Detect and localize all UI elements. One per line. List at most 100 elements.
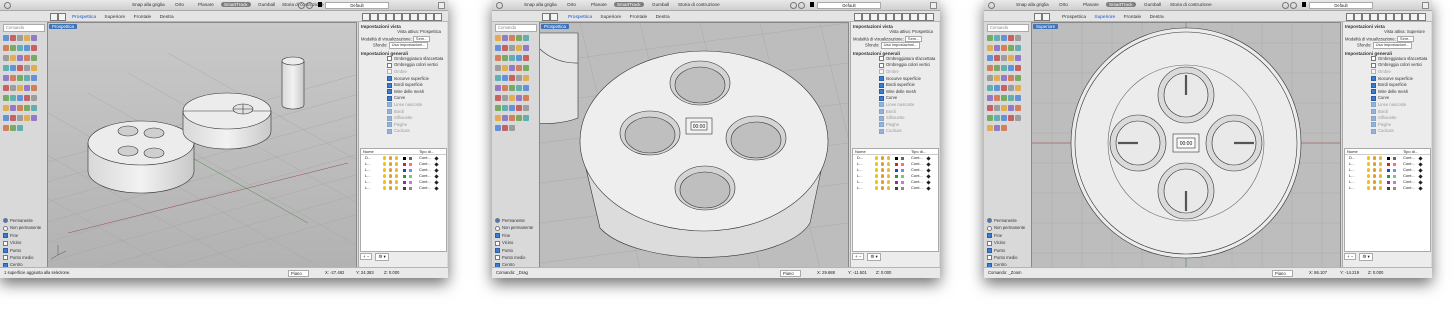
tool-icon[interactable] [1015,95,1021,101]
checkbox[interactable] [987,247,992,253]
tool-icon[interactable] [516,35,522,41]
lightbulb-icon[interactable] [383,174,386,178]
tool-icon[interactable] [1015,105,1021,111]
tool-icon[interactable] [987,115,993,121]
checkbox[interactable] [879,128,884,134]
mode-grid-snap[interactable]: Snap alla griglia [1016,2,1049,7]
mode-history[interactable]: Storia di costruzione [1170,2,1212,7]
viewport-title[interactable]: Prospettica [49,24,77,29]
panel-icon-3[interactable] [378,13,386,21]
tool-icon[interactable] [10,95,16,101]
print-icon[interactable] [1379,174,1382,178]
layer-row[interactable]: L... Cont... [853,185,938,191]
checkbox[interactable] [387,75,392,81]
lock-icon[interactable] [881,168,884,172]
checkbox[interactable] [879,108,884,114]
panel-icon-9[interactable] [426,13,434,21]
mode-grid-snap[interactable]: Snap alla griglia [132,2,165,7]
panel-icon-7[interactable] [410,13,418,21]
tool-icon[interactable] [987,75,993,81]
tool-icon[interactable] [509,85,515,91]
tool-icon[interactable] [509,105,515,111]
tool-icon[interactable] [502,35,508,41]
checkbox[interactable] [1371,128,1376,134]
tab-right[interactable]: Destra [160,15,174,20]
tool-icon[interactable] [1015,85,1021,91]
checkbox[interactable] [1371,95,1376,101]
layer-print-color[interactable] [434,173,439,179]
cplane-select[interactable]: Piano [288,269,309,277]
tool-icon[interactable] [495,105,501,111]
display-option[interactable]: Linee nascoste [851,102,939,109]
tool-icon[interactable] [24,105,30,111]
lock-icon[interactable] [1373,156,1376,160]
layer-color-swatch[interactable] [1387,174,1390,178]
tool-icon[interactable] [516,75,522,81]
print-icon[interactable] [395,168,398,172]
tool-icon[interactable] [994,85,1000,91]
tab-top[interactable]: Superiore [600,15,621,20]
mode-history[interactable]: Storia di costruzione [678,2,720,7]
display-option[interactable]: Cucitura [851,128,939,135]
tool-icon[interactable] [994,105,1000,111]
panel-icon-3[interactable] [1362,13,1370,21]
tool-icon[interactable] [994,95,1000,101]
lock-icon[interactable] [389,180,392,184]
layer-color-swatch[interactable] [895,156,898,160]
osnap-item[interactable]: Vicino [495,239,537,246]
checkbox[interactable] [987,233,992,239]
tool-icon[interactable] [1015,115,1021,121]
lock-icon[interactable] [881,174,884,178]
tool-icon[interactable] [3,95,9,101]
tool-icon[interactable] [495,55,501,61]
window-zoom-button[interactable] [438,2,445,9]
checkbox[interactable] [879,122,884,128]
layer-print-color[interactable] [434,161,439,167]
window-zoom-button[interactable] [1422,2,1429,9]
mode-planar[interactable]: Planare [198,2,214,7]
display-option[interactable]: Bordi superficie [1343,82,1431,89]
layer-print-color[interactable] [926,161,931,167]
viewport[interactable]: Prospettica [539,22,849,269]
tool-icon[interactable] [495,115,501,121]
osnap-item[interactable]: Punto [3,247,45,254]
tool-icon[interactable] [523,55,529,61]
mode-ortho[interactable]: Orto [175,2,184,7]
print-icon[interactable] [1379,168,1382,172]
settings-icon[interactable] [1290,2,1297,9]
layer-row[interactable]: L... Cont... [361,185,446,191]
lightbulb-icon[interactable] [383,162,386,166]
layer-print-color[interactable] [926,155,931,161]
checkbox[interactable] [387,89,392,95]
display-option[interactable]: Pieghe [1343,122,1431,129]
tool-icon[interactable] [3,85,9,91]
layer-material-swatch[interactable] [1393,156,1396,160]
tool-icon[interactable] [509,95,515,101]
display-option[interactable]: Silhouette [1343,115,1431,122]
tool-icon[interactable] [17,125,23,131]
viewport[interactable]: Superiore 00:00 [1031,22,1341,269]
tool-icon[interactable] [10,45,16,51]
tool-icon[interactable] [994,115,1000,121]
print-icon[interactable] [887,162,890,166]
tool-icon[interactable] [1015,75,1021,81]
panel-icon-9[interactable] [1410,13,1418,21]
tool-icon[interactable] [1001,75,1007,81]
tool-icon[interactable] [10,65,16,71]
osnap-item[interactable]: Punto medio [495,254,537,261]
layer-material-swatch[interactable] [409,174,412,178]
checkbox[interactable] [387,115,392,121]
panel-icon-3[interactable] [870,13,878,21]
checkbox[interactable] [879,75,884,81]
layer-options-button[interactable]: ⚙ ▾ [375,253,389,261]
tool-icon[interactable] [1001,45,1007,51]
mode-smarttrack[interactable]: SmartTrack [1106,1,1136,7]
osnap-item[interactable]: Vicino [3,239,45,246]
display-option[interactable]: Curve [1343,95,1431,102]
tool-icon[interactable] [31,115,37,121]
checkbox[interactable] [387,102,392,108]
lightbulb-icon[interactable] [383,156,386,160]
layer-material-swatch[interactable] [1393,168,1396,172]
panel-icon-1[interactable] [854,13,862,21]
tool-icon[interactable] [3,105,9,111]
